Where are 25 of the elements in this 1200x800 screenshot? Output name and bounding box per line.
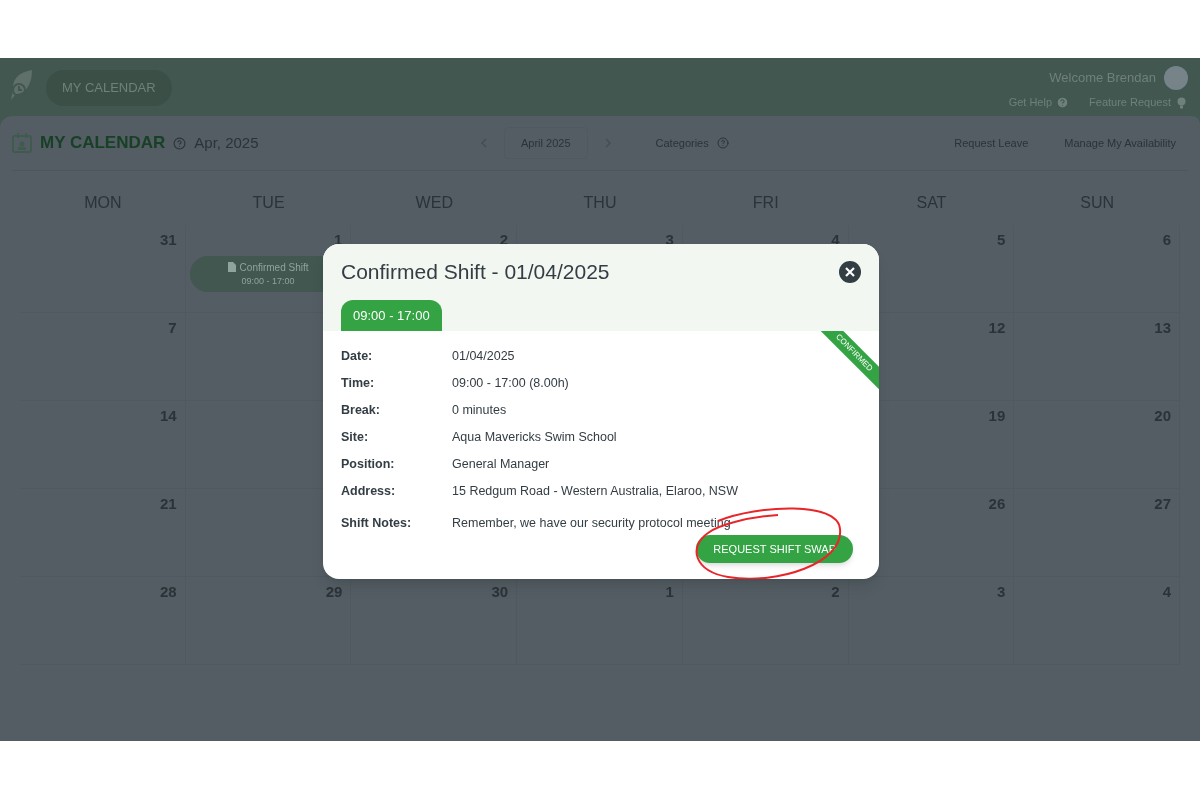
field-label: Shift Notes:: [341, 515, 413, 532]
field-label: Break:: [341, 402, 381, 420]
field-label: Site:: [341, 429, 370, 447]
field-value: 15 Redgum Road - Western Australia, Elaroo, NSW: [452, 483, 738, 501]
field-value: General Manager: [452, 456, 550, 474]
help-icon: [716, 137, 729, 149]
close-icon: [845, 266, 855, 277]
page-title: MY CALENDAR: [40, 132, 166, 155]
field-value: Aqua Mavericks Swim School: [452, 429, 617, 447]
close-button[interactable]: [839, 260, 861, 283]
help-icon: [173, 136, 187, 150]
field-value: 09:00 - 17:00 (8.00h): [452, 375, 569, 393]
field-label: Address:: [341, 483, 397, 501]
field-value: 0 minutes: [452, 402, 507, 420]
lightbulb-icon: [1175, 95, 1188, 109]
avatar[interactable]: [1164, 66, 1188, 90]
help-icon: [1056, 95, 1070, 109]
time-tab[interactable]: 09:00 - 17:00: [341, 299, 442, 331]
field-value: 01/04/2025: [452, 348, 515, 366]
event-time: 09:00 - 17:00: [241, 274, 295, 288]
field-label: Position:: [341, 456, 396, 474]
document-icon: [227, 262, 236, 272]
event-title: Confirmed Shift: [227, 259, 309, 275]
field-label: Time:: [341, 375, 376, 393]
field-label: Date:: [341, 348, 374, 366]
